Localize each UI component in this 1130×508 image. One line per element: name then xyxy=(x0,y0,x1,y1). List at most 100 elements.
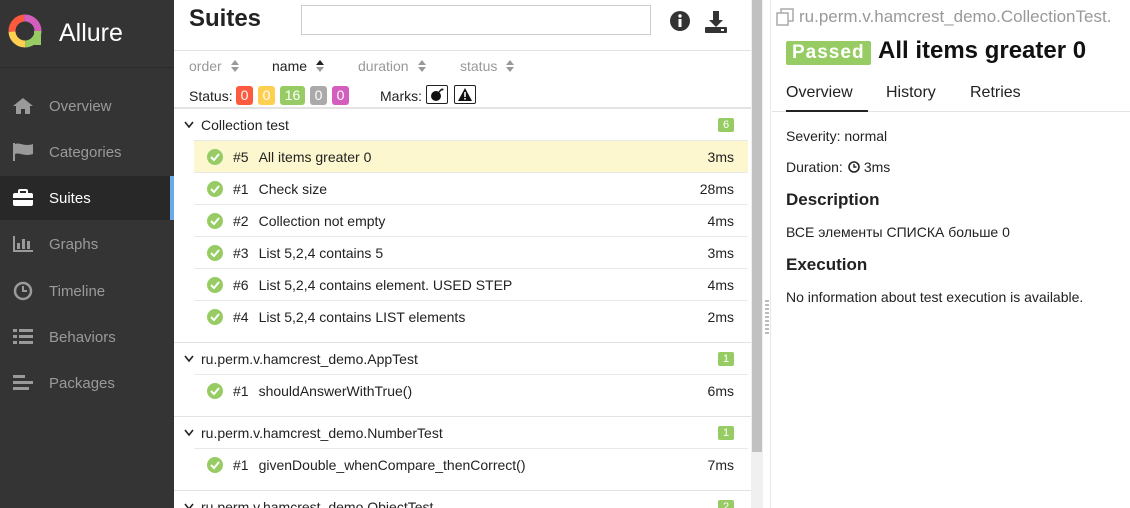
sidebar-item-overview[interactable]: Overview xyxy=(0,84,174,128)
sort-by-duration[interactable]: duration xyxy=(358,58,427,74)
allure-logo-icon xyxy=(8,14,42,53)
test-duration: 4ms xyxy=(707,276,734,293)
check-circle-icon xyxy=(207,456,223,473)
flag-icon xyxy=(12,141,34,163)
test-row[interactable]: #2 Collection not empty 4ms xyxy=(194,204,748,236)
suites-scrollbar-thumb[interactable] xyxy=(752,0,762,452)
suite-group-header[interactable]: ru.perm.v.hamcrest_demo.NumberTest 1 xyxy=(174,417,751,448)
splitter-grip-icon[interactable] xyxy=(765,300,769,334)
test-duration: 28ms xyxy=(699,180,734,197)
sidebar-item-label: Suites xyxy=(49,189,91,207)
duration-label: Duration: xyxy=(786,159,843,175)
breadcrumb-text: ru.perm.v.hamcrest_demo.CollectionTest. xyxy=(799,7,1112,26)
sort-by-status[interactable]: status xyxy=(460,58,515,74)
test-row[interactable]: #3 List 5,2,4 contains 5 3ms xyxy=(194,236,748,268)
suite-group-header[interactable]: ru.perm.v.hamcrest_demo.ObjectTest 2 xyxy=(174,491,751,508)
test-name: givenDouble_whenCompare_thenCorrect() xyxy=(258,456,526,473)
test-row[interactable]: #1 shouldAnswerWithTrue() 6ms xyxy=(194,374,748,406)
check-circle-icon xyxy=(207,308,223,325)
page-title: Suites xyxy=(189,5,262,32)
sort-asc-icon xyxy=(316,60,325,72)
suite-group-header[interactable]: ru.perm.v.hamcrest_demo.AppTest 1 xyxy=(174,343,751,374)
suite-group-count: 1 xyxy=(718,352,734,366)
sidebar-item-graphs[interactable]: Graphs xyxy=(0,222,174,266)
duration-value: 3ms xyxy=(863,159,891,175)
test-number: #3 xyxy=(233,244,249,261)
sidebar-item-label: Timeline xyxy=(49,282,106,300)
sidebar-item-timeline[interactable]: Timeline xyxy=(0,269,174,313)
chevron-down-icon xyxy=(184,355,194,362)
status-broken-toggle[interactable]: 0 xyxy=(258,86,275,105)
test-duration: 2ms xyxy=(707,308,734,325)
test-duration: 3ms xyxy=(707,244,734,261)
suite-group-count: 6 xyxy=(718,118,734,132)
test-name: List 5,2,4 contains LIST elements xyxy=(258,308,466,325)
suite-group-number-test: ru.perm.v.hamcrest_demo.NumberTest 1 #1 … xyxy=(174,416,751,480)
test-duration: 4ms xyxy=(707,212,734,229)
breadcrumb[interactable]: ru.perm.v.hamcrest_demo.CollectionTest. xyxy=(776,7,1111,27)
sort-label: duration xyxy=(358,58,409,74)
sort-label: name xyxy=(272,58,308,74)
warning-icon xyxy=(458,88,472,101)
sort-by-name[interactable]: name xyxy=(272,58,325,74)
test-name: Check size xyxy=(258,180,328,197)
flaky-mark-toggle[interactable] xyxy=(426,85,448,104)
suite-group-name: Collection test xyxy=(201,116,289,133)
list-icon xyxy=(12,326,34,348)
suites-panel: Suites order name duration status Status… xyxy=(174,0,751,508)
test-row[interactable]: #5 All items greater 0 3ms xyxy=(194,140,748,172)
sort-by-order[interactable]: order xyxy=(189,58,240,74)
check-circle-icon xyxy=(207,180,223,197)
pane-splitter[interactable] xyxy=(763,0,771,508)
sidebar: Allure Overview Categories Suites Graphs xyxy=(0,0,174,508)
test-number: #6 xyxy=(233,276,249,293)
status-passed-toggle[interactable]: 16 xyxy=(280,86,305,105)
sidebar-item-behaviors[interactable]: Behaviors xyxy=(0,315,174,359)
sort-label: order xyxy=(189,58,222,74)
sidebar-item-label: Graphs xyxy=(49,235,99,253)
sort-icon xyxy=(230,60,239,72)
copy-icon xyxy=(776,8,794,26)
sort-and-filter-bar: order name duration status Status: 0 0 1… xyxy=(174,50,751,108)
suite-group-name: ru.perm.v.hamcrest_demo.AppTest xyxy=(201,350,418,367)
home-icon xyxy=(12,95,34,117)
status-skipped-toggle[interactable]: 0 xyxy=(310,86,327,105)
status-unknown-toggle[interactable]: 0 xyxy=(332,86,349,105)
sort-icon xyxy=(506,60,515,72)
status-failed-toggle[interactable]: 0 xyxy=(236,86,253,105)
download-icon[interactable] xyxy=(704,10,728,39)
search-input[interactable] xyxy=(301,5,651,35)
tab-history[interactable]: History xyxy=(886,84,936,112)
details-tabs: Overview History Retries xyxy=(772,72,1130,112)
briefcase-icon xyxy=(12,187,34,209)
suite-group-app-test: ru.perm.v.hamcrest_demo.AppTest 1 #1 sho… xyxy=(174,342,751,406)
info-icon[interactable] xyxy=(669,10,691,37)
clock-icon xyxy=(848,161,860,173)
app-title: Allure xyxy=(59,19,123,47)
tab-overview[interactable]: Overview xyxy=(786,84,868,112)
tab-retries[interactable]: Retries xyxy=(970,84,1021,112)
suite-group-object-test: ru.perm.v.hamcrest_demo.ObjectTest 2 xyxy=(174,490,751,508)
clock-icon xyxy=(12,280,34,302)
sidebar-item-packages[interactable]: Packages xyxy=(0,361,174,405)
test-number: #2 xyxy=(233,212,249,229)
test-row[interactable]: #6 List 5,2,4 contains element. USED STE… xyxy=(194,268,748,300)
severity-text: Severity: normal xyxy=(786,128,888,144)
marks-filter-label: Marks: xyxy=(380,88,422,104)
sidebar-item-categories[interactable]: Categories xyxy=(0,130,174,174)
suite-group-header[interactable]: Collection test 6 xyxy=(174,109,751,140)
sidebar-item-suites[interactable]: Suites xyxy=(0,176,174,220)
test-row[interactable]: #4 List 5,2,4 contains LIST elements 2ms xyxy=(194,300,748,332)
brand[interactable]: Allure xyxy=(0,0,174,68)
sidebar-item-label: Packages xyxy=(49,374,115,392)
test-number: #4 xyxy=(233,308,249,325)
suite-group-name: ru.perm.v.hamcrest_demo.ObjectTest xyxy=(201,498,434,508)
suite-group-collection-test: Collection test 6 #5 All items greater 0… xyxy=(174,108,751,332)
suite-group-count: 2 xyxy=(718,500,734,508)
sort-icon xyxy=(417,60,426,72)
new-failed-mark-toggle[interactable] xyxy=(454,85,476,104)
test-row[interactable]: #1 givenDouble_whenCompare_thenCorrect()… xyxy=(194,448,748,480)
test-row[interactable]: #1 Check size 28ms xyxy=(194,172,748,204)
test-name: List 5,2,4 contains 5 xyxy=(258,244,384,261)
test-title: All items greater 0 xyxy=(878,37,1087,64)
